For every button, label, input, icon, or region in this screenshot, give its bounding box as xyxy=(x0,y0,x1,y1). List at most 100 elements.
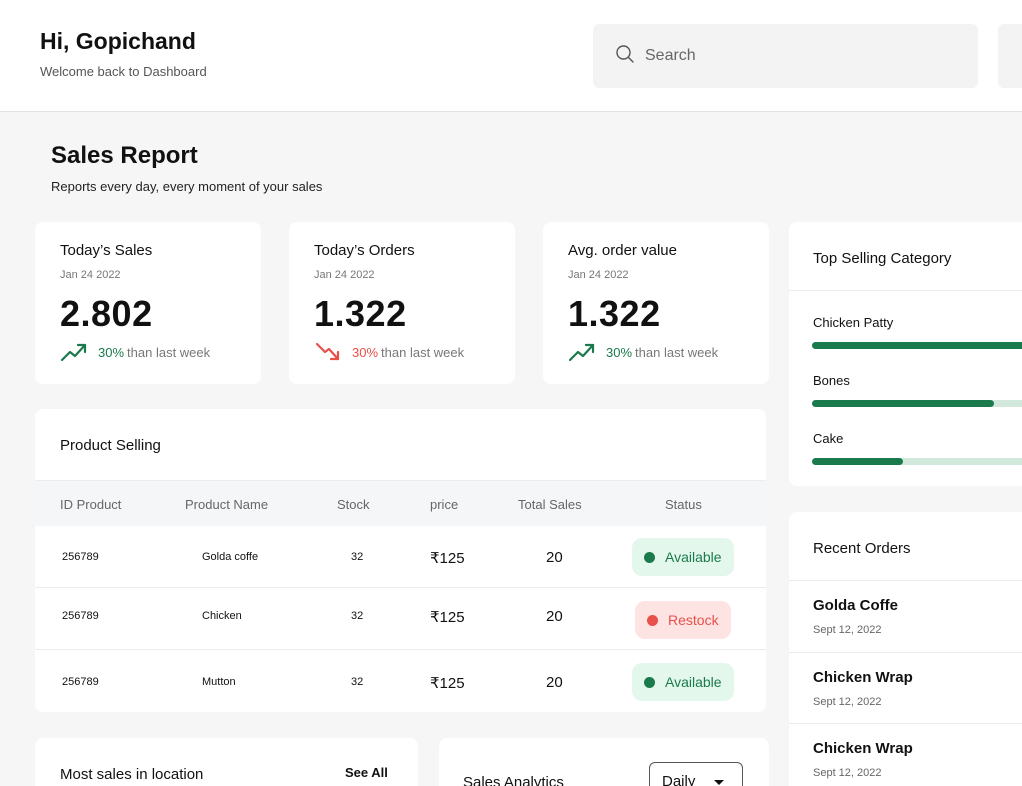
category-name: Chicken Patty xyxy=(813,315,894,330)
status-label: Available xyxy=(665,549,722,565)
cell-total-sales: 20 xyxy=(546,608,563,625)
table-row[interactable]: 256789 Mutton 32 ₹125 20 Available xyxy=(35,650,766,712)
column-header: Product Name xyxy=(185,497,269,512)
status-badge: Restock xyxy=(635,601,731,639)
cell-stock: 32 xyxy=(351,676,364,688)
order-name[interactable]: Chicken Wrap xyxy=(813,740,913,757)
status-dot-icon xyxy=(644,551,655,563)
cell-name: Golda coffe xyxy=(202,551,259,563)
divider xyxy=(789,723,1022,724)
divider xyxy=(789,652,1022,653)
category-progress-bar xyxy=(812,342,1022,349)
category-progress-bar xyxy=(812,400,1022,407)
stat-card-todays-sales: Today’s Sales Jan 24 2022 2.802 30% than… xyxy=(35,222,261,384)
stat-card-avg-order-value: Avg. order value Jan 24 2022 1.322 30% t… xyxy=(543,222,769,384)
stat-date: Jan 24 2022 xyxy=(60,269,121,281)
cell-price: ₹125 xyxy=(430,550,465,567)
stat-value: 1.322 xyxy=(568,293,661,334)
column-header: ID Product xyxy=(60,497,122,512)
cell-name: Chicken xyxy=(202,610,242,622)
cell-stock: 32 xyxy=(351,610,364,622)
greeting-title: Hi, Gopichand xyxy=(40,28,196,54)
recent-orders-title: Recent Orders xyxy=(813,540,911,557)
cell-id: 256789 xyxy=(62,610,99,622)
stat-label: Today’s Sales xyxy=(60,242,153,259)
cell-total-sales: 20 xyxy=(546,674,563,691)
stat-trend: 30% than last week xyxy=(568,341,744,363)
sales-analytics-card: Sales Analytics Daily xyxy=(439,738,769,786)
column-header: price xyxy=(430,497,459,512)
most-sales-location-card: Most sales in location See All xyxy=(35,738,418,786)
caret-down-icon xyxy=(714,780,724,785)
divider xyxy=(789,290,1022,291)
header-action-button[interactable] xyxy=(998,24,1022,88)
category-name: Bones xyxy=(813,373,850,388)
top-header: Hi, Gopichand Welcome back to Dashboard xyxy=(0,0,1022,112)
table-header: ID Product Product Name Stock price Tota… xyxy=(35,480,766,526)
stat-suffix: than last week xyxy=(381,344,465,360)
product-selling-title: Product Selling xyxy=(60,437,161,454)
order-date: Sept 12, 2022 xyxy=(813,767,882,779)
category-name: Cake xyxy=(813,431,844,446)
trend-up-icon xyxy=(60,343,87,362)
column-header: Stock xyxy=(337,497,370,512)
sales-report-title: Sales Report xyxy=(51,142,198,169)
status-label: Restock xyxy=(668,612,719,628)
order-name[interactable]: Golda Coffe xyxy=(813,597,898,614)
cell-name: Mutton xyxy=(202,676,236,688)
cell-id: 256789 xyxy=(62,551,99,563)
product-selling-card: Product Selling ID Product Product Name … xyxy=(35,409,766,712)
stat-trend: 30% than last week xyxy=(314,341,490,363)
status-badge: Available xyxy=(632,663,734,701)
divider xyxy=(789,580,1022,581)
location-title: Most sales in location xyxy=(60,766,204,783)
stat-suffix: than last week xyxy=(635,344,719,360)
status-label: Available xyxy=(665,674,722,690)
cell-id: 256789 xyxy=(62,676,99,688)
stat-date: Jan 24 2022 xyxy=(568,269,629,281)
cell-total-sales: 20 xyxy=(546,549,563,566)
period-dropdown[interactable]: Daily xyxy=(649,762,743,786)
stat-label: Avg. order value xyxy=(568,242,677,259)
search-box[interactable] xyxy=(593,24,978,88)
column-header: Total Sales xyxy=(518,497,582,512)
period-dropdown-value: Daily xyxy=(662,772,696,786)
table-row[interactable]: 256789 Golda coffe 32 ₹125 20 Available xyxy=(35,526,766,588)
stat-label: Today’s Orders xyxy=(314,242,415,259)
stat-value: 2.802 xyxy=(60,293,153,334)
sales-report-subtitle: Reports every day, every moment of your … xyxy=(51,179,323,194)
category-progress-fill xyxy=(812,342,1022,349)
trend-down-icon xyxy=(315,342,340,361)
cell-price: ₹125 xyxy=(430,609,465,626)
trend-up-icon xyxy=(568,343,595,362)
top-selling-category-card: Top Selling Category Chicken Patty Bones… xyxy=(789,222,1022,486)
stat-suffix: than last week xyxy=(127,344,211,360)
order-date: Sept 12, 2022 xyxy=(813,624,882,636)
stat-percent: 30% xyxy=(98,344,125,360)
order-name[interactable]: Chicken Wrap xyxy=(813,669,913,686)
top-selling-category-title: Top Selling Category xyxy=(813,250,952,267)
search-input[interactable] xyxy=(645,47,945,65)
category-progress-fill xyxy=(812,458,904,465)
stat-date: Jan 24 2022 xyxy=(314,269,375,281)
stat-card-todays-orders: Today’s Orders Jan 24 2022 1.322 30% tha… xyxy=(289,222,515,384)
recent-orders-card: Recent Orders Golda Coffe Sept 12, 2022 … xyxy=(789,512,1022,786)
stat-value: 1.322 xyxy=(314,293,407,334)
cell-stock: 32 xyxy=(351,551,364,563)
column-header: Status xyxy=(665,497,702,512)
sales-analytics-title: Sales Analytics xyxy=(463,774,564,786)
category-progress-bar xyxy=(812,458,1022,465)
order-date: Sept 12, 2022 xyxy=(813,696,882,708)
status-dot-icon xyxy=(644,676,655,688)
table-row[interactable]: 256789 Chicken 32 ₹125 20 Restock xyxy=(35,588,766,650)
category-progress-fill xyxy=(812,400,995,407)
status-badge: Available xyxy=(632,538,734,576)
stat-trend: 30% than last week xyxy=(60,341,236,363)
stat-percent: 30% xyxy=(352,344,379,360)
status-dot-icon xyxy=(647,614,658,626)
cell-price: ₹125 xyxy=(430,675,465,692)
search-icon xyxy=(615,44,635,69)
greeting-subtitle: Welcome back to Dashboard xyxy=(40,64,207,79)
stat-percent: 30% xyxy=(606,344,633,360)
see-all-link[interactable]: See All xyxy=(345,765,388,780)
